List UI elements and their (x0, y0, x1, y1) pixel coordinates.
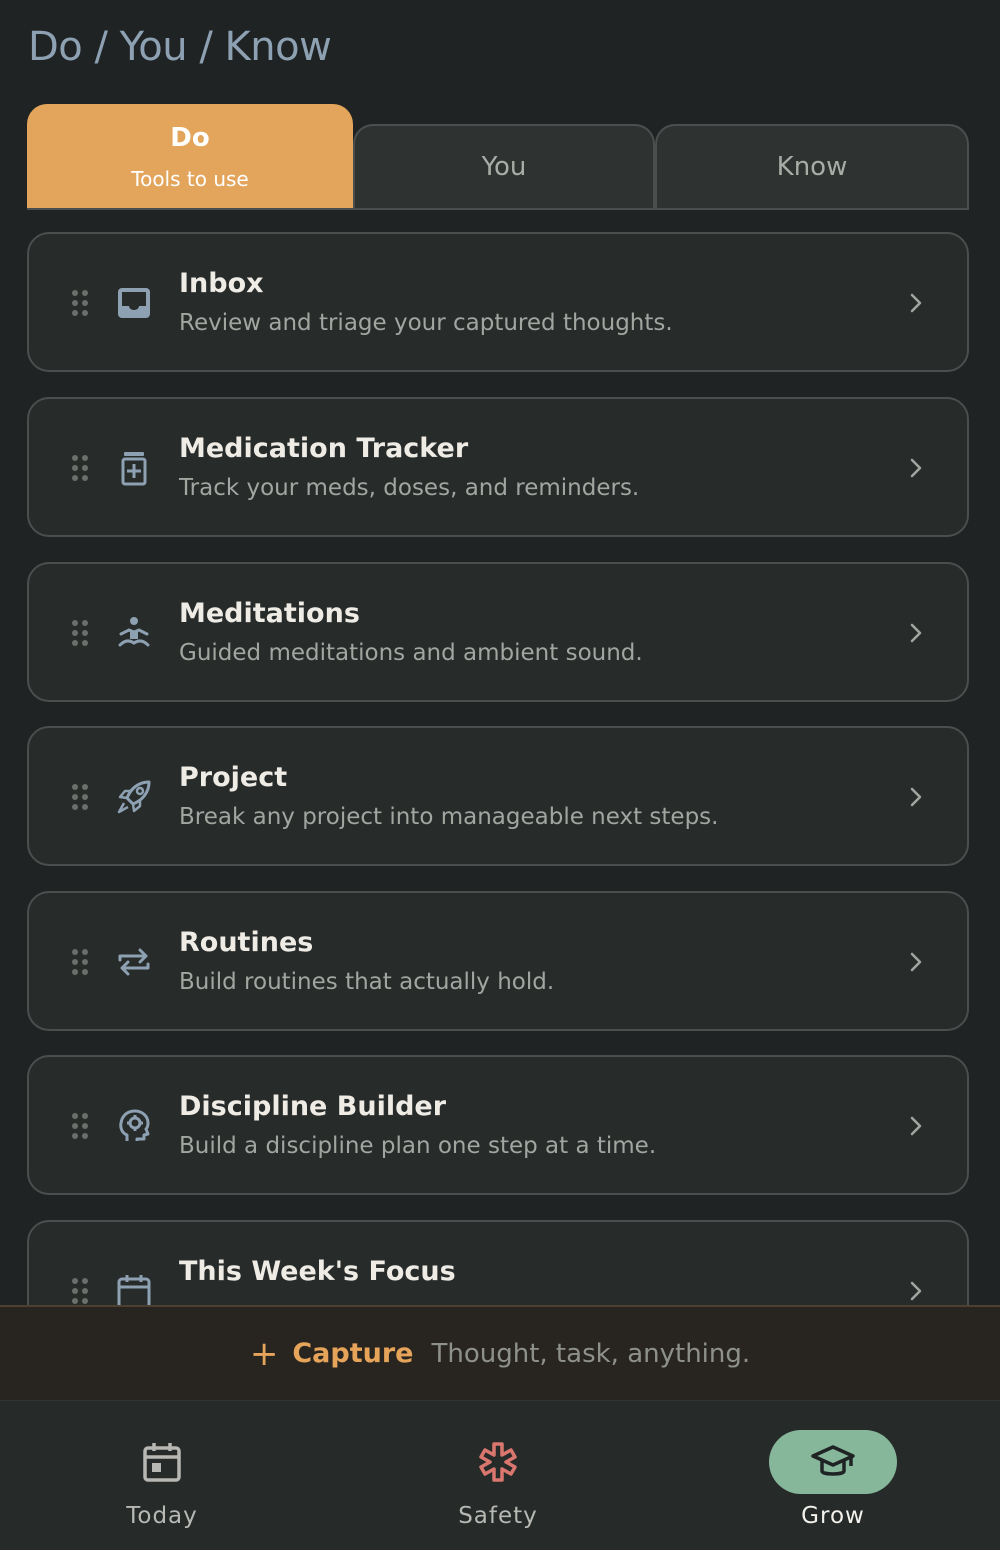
brain-gear-icon (119, 1109, 150, 1141)
tab-know[interactable]: Know (655, 124, 969, 208)
chevron-right-icon (910, 458, 922, 478)
tool-card-this-weeks-focus[interactable]: This Week's Focus (27, 1220, 969, 1305)
card-title: Project (179, 762, 288, 793)
tab-do-label: Do (170, 123, 210, 153)
medication-icon (121, 452, 147, 486)
nav-grow[interactable]: Grow (733, 1401, 933, 1550)
card-description: Break any project into manageable next s… (179, 804, 719, 830)
card-description: Build a discipline plan one step at a ti… (179, 1133, 657, 1159)
card-title: This Week's Focus (179, 1256, 456, 1287)
drag-handle-icon[interactable] (71, 783, 89, 811)
drag-handle-icon[interactable] (71, 1277, 89, 1305)
plus-icon: + (249, 1333, 279, 1374)
tool-card-routines[interactable]: Routines Build routines that actually ho… (27, 891, 969, 1031)
tabs-divider (27, 208, 969, 210)
chevron-right-icon (910, 1281, 922, 1301)
tab-know-label: Know (776, 152, 848, 182)
card-description: Track your meds, doses, and reminders. (179, 475, 640, 501)
inbox-icon (118, 288, 150, 318)
tool-card-medication-tracker[interactable]: Medication Tracker Track your meds, dose… (27, 397, 969, 537)
nav-safety[interactable]: Safety (398, 1401, 598, 1550)
graduation-cap-icon (811, 1445, 855, 1476)
drag-handle-icon[interactable] (71, 948, 89, 976)
tab-do[interactable]: Do Tools to use (27, 104, 353, 208)
tool-card-project[interactable]: Project Break any project into manageabl… (27, 726, 969, 866)
drag-handle-icon[interactable] (71, 454, 89, 482)
drag-handle-icon[interactable] (71, 1112, 89, 1140)
capture-label: Capture (292, 1338, 414, 1369)
drag-handle-icon[interactable] (71, 619, 89, 647)
chevron-right-icon (910, 623, 922, 643)
tool-list[interactable]: Inbox Review and triage your captured th… (0, 232, 1000, 1305)
card-description: Guided meditations and ambient sound. (179, 640, 643, 666)
chevron-right-icon (910, 1116, 922, 1136)
meditation-icon (118, 617, 150, 647)
nav-today[interactable]: Today (62, 1401, 262, 1550)
capture-bar[interactable]: + Capture Thought, task, anything. (0, 1305, 1000, 1400)
card-title: Meditations (179, 598, 360, 629)
calendar-today-icon (143, 1443, 181, 1482)
tool-card-discipline-builder[interactable]: Discipline Builder Build a discipline pl… (27, 1055, 969, 1195)
nav-safety-label: Safety (458, 1503, 538, 1529)
card-title: Routines (179, 927, 314, 958)
nav-active-pill (769, 1430, 897, 1494)
card-title: Discipline Builder (179, 1091, 447, 1122)
tool-card-meditations[interactable]: Meditations Guided meditations and ambie… (27, 562, 969, 702)
drag-handle-icon[interactable] (71, 289, 89, 317)
page-title: Do / You / Know (28, 24, 332, 70)
repeat-icon (118, 948, 150, 976)
asterisk-icon (479, 1442, 517, 1482)
tool-card-inbox[interactable]: Inbox Review and triage your captured th… (27, 232, 969, 372)
tab-you-label: You (481, 152, 527, 182)
rocket-icon (117, 780, 151, 814)
segment-tabs: Do Tools to use You Know (27, 104, 969, 210)
nav-today-label: Today (126, 1503, 198, 1529)
capture-placeholder: Thought, task, anything. (431, 1338, 751, 1369)
tab-do-sublabel: Tools to use (131, 167, 249, 191)
chevron-right-icon (910, 787, 922, 807)
card-title: Medication Tracker (179, 433, 469, 464)
chevron-right-icon (910, 293, 922, 313)
card-description: Build routines that actually hold. (179, 969, 555, 995)
card-title: Inbox (179, 268, 264, 299)
chevron-right-icon (910, 952, 922, 972)
bottom-nav: Today Safety Grow (0, 1400, 1000, 1550)
tab-you[interactable]: You (353, 124, 655, 208)
card-description: Review and triage your captured thoughts… (179, 310, 673, 336)
nav-grow-label: Grow (801, 1503, 865, 1529)
calendar-icon (117, 1275, 151, 1305)
